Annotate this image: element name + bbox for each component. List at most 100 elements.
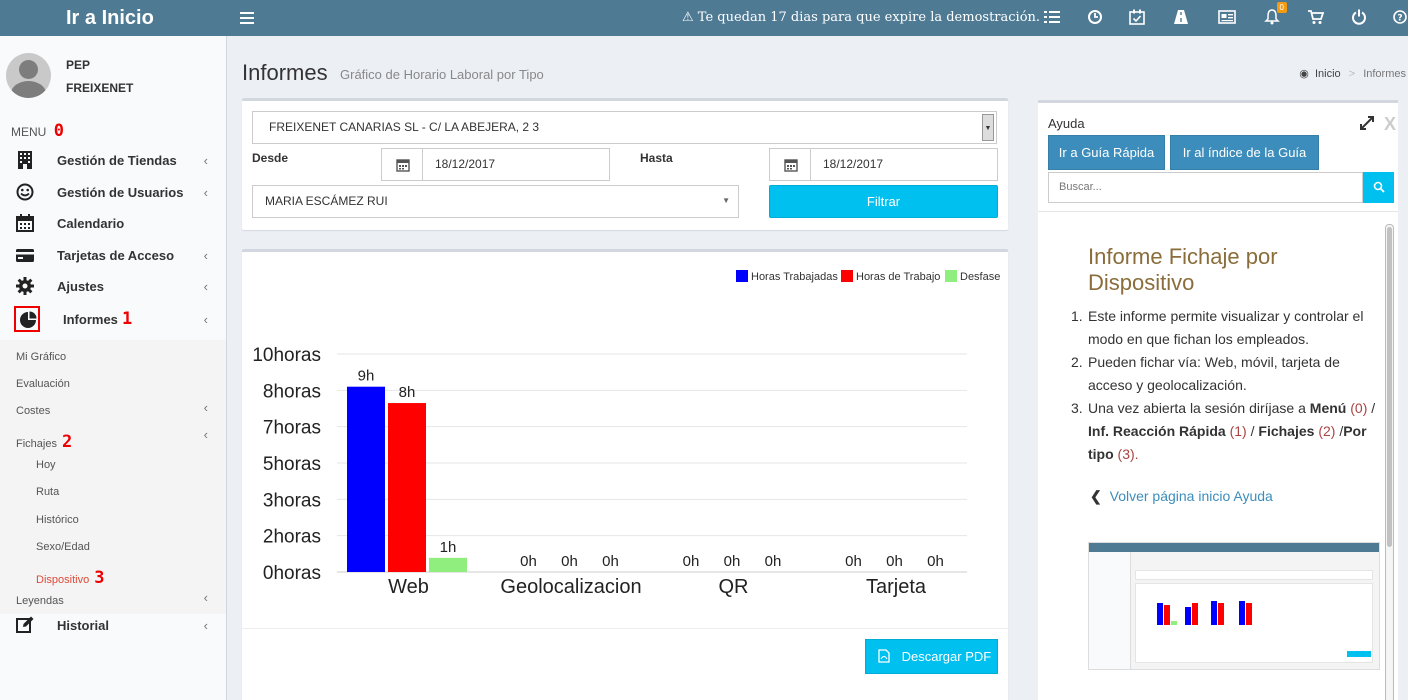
sidebar-item-usuarios[interactable]: Gestión de Usuarios ‹ [0,177,226,207]
submenu-evaluacion[interactable]: Evaluación [16,378,70,390]
home-link[interactable]: Ir a Inicio [0,0,227,36]
bar [347,386,385,572]
submenu-dispositivo[interactable]: Dispositivo 3 [36,568,105,588]
page-title: Informes [242,60,328,85]
download-pdf-button[interactable]: Descargar PDF [865,639,998,674]
dispositivo-marker: 3 [94,568,105,588]
building-icon [16,151,34,169]
legend-swatch [945,270,957,282]
employee-select[interactable]: MARIA ESCÁMEZ RUI ▼ [252,185,739,218]
submenu-mi-grafico[interactable]: Mi Gráfico [16,351,66,363]
submenu-historico[interactable]: Histórico [36,514,79,526]
data-label: 0h [520,553,537,570]
sidebar-item-tiendas[interactable]: Gestión de Tiendas ‹ [0,145,226,175]
list-icon[interactable] [1043,9,1061,27]
sidebar-item-tarjetas[interactable]: Tarjetas de Acceso ‹ [0,240,226,270]
gear-icon [16,277,34,295]
filter-button[interactable]: Filtrar [769,185,998,218]
submenu-ruta[interactable]: Ruta [36,486,59,498]
y-tick-label: 7horas [263,418,321,439]
cart-icon[interactable] [1307,9,1325,27]
expand-icon[interactable] [1360,116,1374,133]
chevron-left-icon: ‹ [203,248,208,263]
to-date-input[interactable]: 18/12/2017 [810,148,998,181]
chevron-left-icon: ‹ [203,312,208,327]
filter-box: FREIXENET CANARIAS SL - C/ LA ABEJERA, 2… [242,98,1008,230]
sidebar-item-historial[interactable]: Historial ‹ [0,610,226,640]
data-label: 0h [765,553,782,570]
breadcrumb-home[interactable]: Inicio [1315,68,1341,80]
help-step: 3. Una vez abierta la sesión diríjase a M… [1071,400,1376,462]
search-icon[interactable] [1363,172,1394,203]
y-tick-label: 3horas [263,490,321,511]
x-tick-label: Geolocalizacion [500,576,641,598]
power-icon[interactable] [1350,9,1368,27]
y-tick-label: 2horas [263,527,321,548]
x-tick-label: Web [388,576,429,598]
help-scrollbar[interactable] [1385,224,1394,700]
submenu-fichajes[interactable]: Fichajes 2 [16,432,72,452]
calendar-check-icon[interactable] [1128,9,1146,27]
pdf-file-icon [878,649,890,664]
y-tick-label: 10horas [252,345,321,366]
sidebar-item-informes[interactable]: Informes 1 ‹ [0,304,226,334]
data-label: 0h [845,553,862,570]
svg-text:?: ? [1397,14,1402,24]
newspaper-icon[interactable] [1218,9,1236,27]
submenu-leyendas[interactable]: Leyendas [16,595,64,607]
submenu-sexo-edad[interactable]: Sexo/Edad [36,541,90,553]
page-subtitle: Gráfico de Horario Laboral por Tipo [340,67,544,82]
help-step: 2. Pueden fichar vía: Web, móvil, tarjeta… [1071,354,1340,393]
submenu-costes[interactable]: Costes [16,405,50,417]
guide-index-button[interactable]: Ir al índice de la Guía [1170,135,1319,170]
help-screenshot-thumbnail [1088,542,1380,670]
y-tick-label: 8horas [263,381,321,402]
data-label: 0h [886,553,903,570]
y-tick-label: 0horas [263,563,321,584]
warning-icon: ⚠ [682,10,694,25]
breadcrumb-current: Informes [1363,68,1406,80]
submenu-hoy[interactable]: Hoy [36,459,56,471]
sidebar-item-ajustes[interactable]: Ajustes ‹ [0,271,226,301]
data-label: 1h [440,539,457,556]
legend-label: Horas de Trabajo [856,271,940,283]
back-help-link[interactable]: ❮ Volver página inicio Ayuda [1090,488,1273,505]
menu-header: MENU 0 [11,121,64,141]
chevron-left-icon: ‹ [203,185,208,200]
breadcrumb: ◉ Inicio > Informes [1299,68,1406,80]
data-label: 0h [683,553,700,570]
x-tick-label: Tarjeta [866,576,927,598]
help-icon[interactable]: ? [1391,9,1408,27]
store-select[interactable]: FREIXENET CANARIAS SL - C/ LA ABEJERA, 2… [252,111,997,144]
clock-icon[interactable] [1086,9,1104,27]
to-label: Hasta [640,151,673,165]
dropdown-arrow-icon: ▼ [982,114,994,141]
informes-submenu: Mi Gráfico Evaluación Costes ‹ Fichajes … [0,340,226,614]
sidebar-toggle-icon[interactable] [240,9,254,27]
calendar-from-icon[interactable] [381,148,423,181]
smile-icon [16,183,34,201]
help-search-input[interactable]: Buscar... [1048,172,1363,203]
bell-icon[interactable]: 0 [1263,2,1287,27]
legend-label: Desfase [960,271,1000,283]
user-name: PEP [66,58,91,72]
close-help-button[interactable]: X [1384,114,1396,135]
quick-guide-button[interactable]: Ir a Guía Rápida [1048,135,1165,170]
road-icon[interactable] [1172,9,1190,27]
calendar-to-icon[interactable] [769,148,811,181]
help-panel: Ayuda X Ir a Guía Rápida Ir al índice de… [1038,100,1398,700]
help-title: Ayuda [1048,116,1085,131]
pie-chart-icon [14,306,40,332]
data-label: 0h [602,553,619,570]
chevron-left-icon: ‹ [203,400,208,415]
help-steps: 1. Este informe permite visualizar y cont… [1071,305,1378,466]
sidebar-item-calendario[interactable]: Calendario [0,208,226,238]
data-label: 9h [358,368,375,385]
from-date-input[interactable]: 18/12/2017 [422,148,610,181]
hours-by-device-chart: 0horas 2horas 3horas 5horas 7horas 8horas 10ho… [252,270,1000,598]
help-content: Informe Fichaje por Dispositivo 1. Este i… [1038,211,1398,700]
calendar-icon [16,214,34,232]
bar [388,403,426,572]
data-label: 8h [399,384,416,401]
chevron-left-icon: ‹ [203,279,208,294]
